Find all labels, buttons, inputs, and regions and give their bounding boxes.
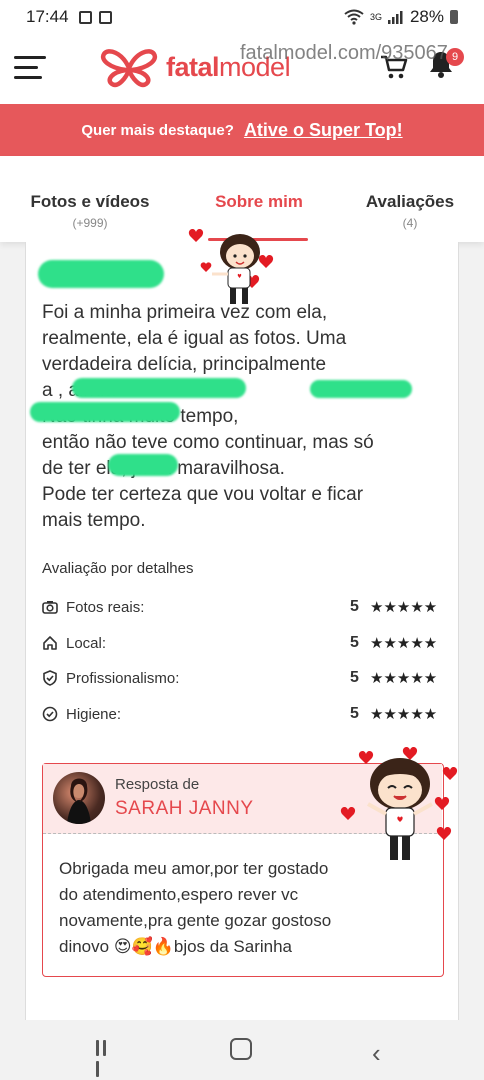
home-icon bbox=[43, 636, 57, 650]
home-button-icon[interactable] bbox=[230, 1038, 252, 1060]
avatar[interactable] bbox=[53, 772, 105, 824]
battery-icon bbox=[450, 10, 458, 24]
signal-icon bbox=[387, 11, 403, 24]
logo[interactable]: fatalmodel bbox=[100, 46, 291, 88]
detail-score: 5 bbox=[350, 669, 359, 686]
detail-row: Local: 5 ★★★★★ bbox=[42, 632, 446, 654]
detail-label: Higiene: bbox=[66, 705, 122, 723]
detail-score: 5 bbox=[350, 705, 359, 722]
censor-mark bbox=[310, 380, 412, 398]
detail-score: 5 bbox=[350, 598, 359, 615]
logo-text: fatalmodel bbox=[166, 51, 291, 83]
detail-label: Fotos reais: bbox=[66, 598, 145, 616]
status-bar: 17:44 3G 28% bbox=[0, 0, 484, 34]
tab-label: Avaliações bbox=[365, 192, 455, 211]
censor-mark bbox=[30, 402, 180, 422]
logo-text-normal: model bbox=[219, 51, 291, 82]
detail-row: Profissionalismo: 5 ★★★★★ bbox=[42, 667, 446, 689]
censor-mark bbox=[108, 454, 178, 476]
detail-stars: ★★★★★ bbox=[370, 670, 438, 687]
detail-score: 5 bbox=[350, 634, 359, 651]
notification-badge: 9 bbox=[446, 48, 464, 66]
tab-count: (4) bbox=[402, 216, 418, 230]
tab-reviews[interactable]: Avaliações (4) bbox=[360, 192, 460, 230]
love-sticker-icon bbox=[188, 229, 274, 304]
tab-label: Sobre mim bbox=[215, 192, 303, 211]
camera-icon bbox=[42, 601, 58, 614]
detail-stars: ★★★★★ bbox=[370, 599, 438, 616]
detail-stars: ★★★★★ bbox=[370, 635, 438, 652]
response-text: Obrigada meu amor,por ter gostado do ate… bbox=[59, 859, 332, 956]
super-top-link[interactable]: Ative o Super Top! bbox=[244, 120, 403, 141]
recent-apps-icon[interactable] bbox=[96, 1040, 116, 1077]
app-header: fatalmodel 9 bbox=[0, 34, 484, 104]
censor-mark bbox=[38, 260, 164, 288]
wifi-icon bbox=[344, 9, 364, 25]
response-label: Resposta de bbox=[115, 776, 200, 793]
check-square-icon bbox=[98, 10, 112, 24]
butterfly-logo-icon bbox=[100, 49, 158, 88]
response-name: SARAH JANNY bbox=[115, 798, 254, 819]
battery-percent: 28% bbox=[409, 7, 444, 26]
tab-about-me[interactable]: Sobre mim bbox=[204, 192, 314, 212]
tab-photos-videos[interactable]: Fotos e vídeos (+999) bbox=[24, 192, 156, 230]
menu-icon[interactable] bbox=[14, 56, 46, 82]
detail-row: Higiene: 5 ★★★★★ bbox=[42, 703, 446, 725]
details-title: Avaliação por detalhes bbox=[42, 560, 194, 577]
person-photo-icon bbox=[67, 778, 91, 824]
tab-count: (+999) bbox=[72, 216, 108, 230]
detail-label: Local: bbox=[66, 634, 107, 652]
censor-mark bbox=[72, 378, 246, 398]
detail-row: Fotos reais: 5 ★★★★★ bbox=[42, 596, 446, 618]
back-chevron-icon[interactable]: ‹ bbox=[372, 1038, 381, 1069]
love-sticker-icon bbox=[340, 747, 458, 860]
system-nav-bar: ‹ bbox=[0, 1020, 484, 1080]
status-time: 17:44 bbox=[26, 7, 69, 26]
logo-text-bold: fatal bbox=[166, 51, 220, 82]
cart-icon[interactable] bbox=[380, 54, 408, 80]
tab-label: Fotos e vídeos bbox=[30, 192, 150, 211]
promo-question: Quer mais destaque? bbox=[81, 121, 234, 139]
review-card: Foi a minha primeira vez com ela, realme… bbox=[25, 242, 459, 1022]
promo-banner: Quer mais destaque? Ative o Super Top! bbox=[0, 104, 484, 156]
gallery-icon bbox=[78, 10, 92, 24]
network-type: 3G bbox=[369, 12, 382, 22]
detail-stars: ★★★★★ bbox=[370, 706, 438, 723]
check-circle-icon bbox=[42, 706, 58, 722]
detail-label: Profissionalismo: bbox=[66, 669, 180, 687]
shield-check-icon bbox=[43, 670, 57, 686]
